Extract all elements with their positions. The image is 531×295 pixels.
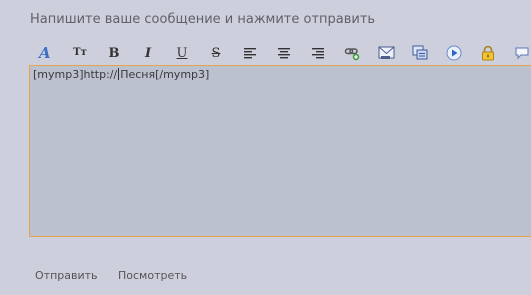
- insert-media-button[interactable]: [444, 42, 464, 64]
- align-left-button[interactable]: [240, 42, 260, 64]
- svg-text:A: A: [37, 45, 51, 61]
- insert-smiley-button[interactable]: [512, 42, 531, 64]
- formatting-toolbar: A Тт B I U S: [30, 42, 531, 64]
- insert-email-button[interactable]: [376, 42, 396, 64]
- insert-link-button[interactable]: [342, 42, 362, 64]
- font-size-icon: Тт: [73, 47, 87, 58]
- bold-button[interactable]: B: [104, 42, 124, 64]
- lock-icon: [480, 45, 496, 61]
- insert-quote-button[interactable]: [410, 42, 430, 64]
- prompt-text: Напишите ваше сообщение и нажмите отправ…: [30, 12, 376, 27]
- align-left-icon: [243, 47, 257, 59]
- italic-icon: I: [144, 45, 152, 61]
- font-color-icon: A: [37, 45, 53, 61]
- message-content: [mymp3]http://Песня[/mymp3]: [33, 68, 209, 81]
- italic-button[interactable]: I: [138, 42, 158, 64]
- underline-button[interactable]: U: [172, 42, 192, 64]
- strikethrough-icon: S: [211, 45, 221, 61]
- message-text-after-caret: Песня[/mymp3]: [120, 68, 210, 81]
- preview-button[interactable]: Посмотреть: [118, 269, 187, 282]
- send-button[interactable]: Отправить: [35, 269, 98, 282]
- play-icon: [446, 45, 462, 61]
- bold-icon: B: [108, 45, 120, 61]
- strikethrough-button[interactable]: S: [206, 42, 226, 64]
- align-right-button[interactable]: [308, 42, 328, 64]
- email-icon: [378, 45, 395, 61]
- message-textarea[interactable]: [mymp3]http://Песня[/mymp3]: [29, 65, 531, 237]
- align-center-button[interactable]: [274, 42, 294, 64]
- underline-icon: U: [176, 45, 188, 61]
- hide-content-button[interactable]: [478, 42, 498, 64]
- align-center-icon: [277, 47, 291, 59]
- quote-icon: [412, 45, 428, 61]
- font-color-button[interactable]: A: [35, 42, 55, 64]
- link-icon: [344, 45, 360, 61]
- message-text-before-caret: [mymp3]http://: [33, 68, 118, 81]
- speech-bubble-icon: [514, 45, 530, 61]
- font-size-button[interactable]: Тт: [70, 42, 90, 64]
- align-right-icon: [311, 47, 325, 59]
